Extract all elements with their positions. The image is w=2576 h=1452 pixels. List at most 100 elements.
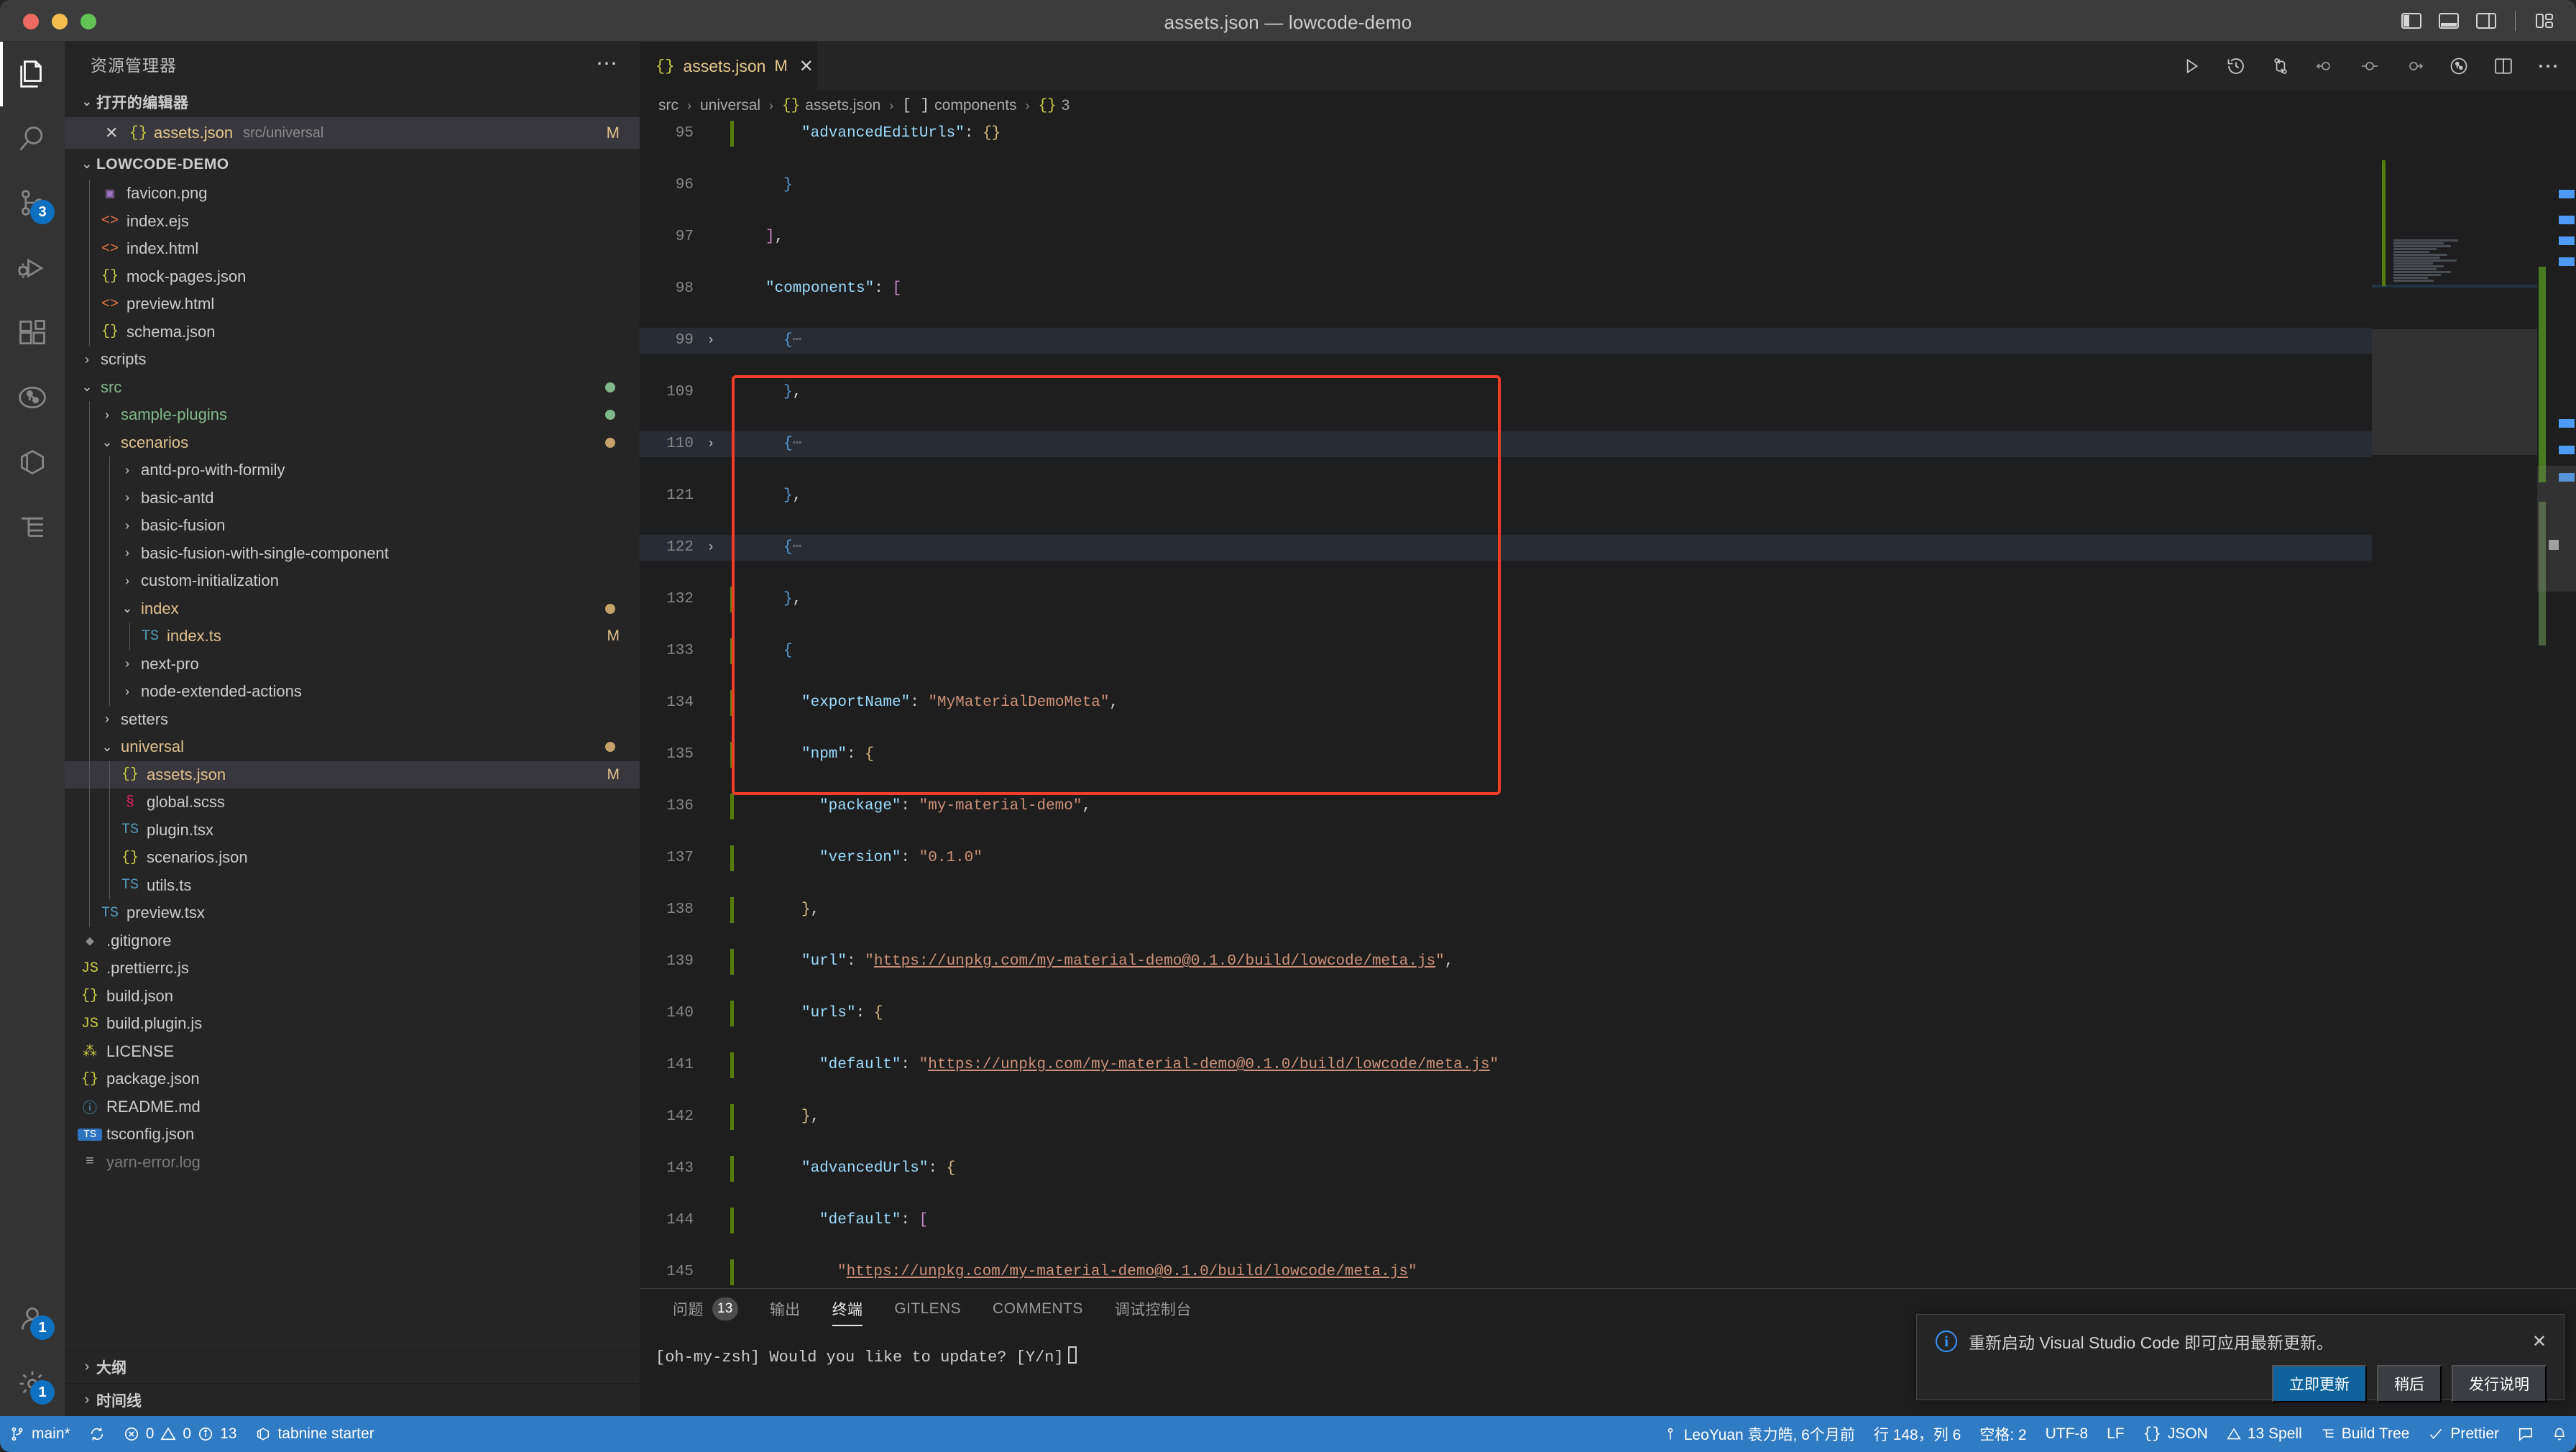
gitlens-icon[interactable] bbox=[2445, 52, 2472, 80]
tree-file-global-scss[interactable]: §global.scss bbox=[65, 789, 640, 817]
tree-file-scenarios-json[interactable]: {}scenarios.json bbox=[65, 844, 640, 872]
tree-folder-custom-initialization[interactable]: ›custom-initialization bbox=[65, 567, 640, 595]
tree-file-mock-pages-json[interactable]: {}mock-pages.json bbox=[65, 263, 640, 291]
status-sync[interactable] bbox=[80, 1416, 114, 1452]
code-line[interactable]: 143"advancedUrls": { bbox=[640, 1156, 2576, 1182]
tab-assets-json[interactable]: {} assets.json M ✕ bbox=[640, 42, 818, 91]
fold-chevron-right-icon[interactable]: › bbox=[703, 535, 719, 561]
breadcrumb-item-src[interactable]: src bbox=[658, 97, 678, 114]
tree-folder-antd-pro-with-formily[interactable]: ›antd-pro-with-formily bbox=[65, 456, 640, 484]
panel-tab-输出[interactable]: 输出 bbox=[754, 1289, 816, 1329]
fold-chevron-right-icon[interactable]: › bbox=[703, 328, 719, 354]
close-icon[interactable]: ✕ bbox=[105, 124, 129, 142]
code-editor[interactable]: 95"advancedEditUrls": {} 96} 97], 98"compon… bbox=[640, 121, 2576, 1416]
compare-changes-icon[interactable] bbox=[2267, 52, 2294, 80]
code-line[interactable]: 134"exportName": "MyMaterialDemoMeta", bbox=[640, 690, 2576, 716]
tree-file-index-html[interactable]: <>index.html bbox=[65, 235, 640, 263]
toggle-panel-icon[interactable] bbox=[2436, 8, 2462, 34]
tree-file-tsconfig-json[interactable]: TStsconfig.json bbox=[65, 1121, 640, 1149]
status-eol[interactable]: LF bbox=[2097, 1416, 2134, 1452]
close-icon[interactable]: ✕ bbox=[799, 56, 814, 77]
activitybar-item-accounts[interactable]: 1 bbox=[0, 1287, 65, 1351]
tree-file--gitignore[interactable]: ◆.gitignore bbox=[65, 927, 640, 955]
tree-folder-basic-antd[interactable]: ›basic-antd bbox=[65, 484, 640, 513]
tree-file-yarn-error-log[interactable]: ≡yarn-error.log bbox=[65, 1149, 640, 1177]
tree-file-readme-md[interactable]: ⓘREADME.md bbox=[65, 1093, 640, 1121]
sidebar-section-outline[interactable]: › 大纲 bbox=[65, 1350, 640, 1383]
fold-chevron-right-icon[interactable]: › bbox=[703, 431, 719, 457]
run-icon[interactable] bbox=[2178, 52, 2205, 80]
tree-folder-src[interactable]: ⌄src bbox=[65, 374, 640, 402]
panel-tab-问题[interactable]: 问题13 bbox=[657, 1289, 754, 1329]
overview-ruler[interactable] bbox=[2537, 121, 2576, 1416]
code-line[interactable]: 142}, bbox=[640, 1104, 2576, 1130]
activitybar-item-run-and-debug[interactable] bbox=[0, 236, 65, 300]
tree-file-preview-tsx[interactable]: TSpreview.tsx bbox=[65, 899, 640, 927]
minimap[interactable] bbox=[2372, 121, 2537, 1416]
open-editor-item-assets-json[interactable]: ✕ {} assets.json src/universal M bbox=[65, 117, 640, 149]
more-actions-icon[interactable] bbox=[2534, 52, 2562, 80]
tree-file-favicon-png[interactable]: ▣favicon.png bbox=[65, 180, 640, 208]
breadcrumb-item-3[interactable]: {}3 bbox=[1039, 97, 1070, 114]
tree-file-utils-ts[interactable]: TSutils.ts bbox=[65, 872, 640, 900]
release-notes-button[interactable]: 发行说明 bbox=[2452, 1365, 2547, 1402]
code-line[interactable]: 140"urls": { bbox=[640, 1001, 2576, 1026]
code-line[interactable]: 121}, bbox=[640, 483, 2576, 509]
customize-layout-icon[interactable] bbox=[2531, 8, 2557, 34]
status-encoding[interactable]: UTF-8 bbox=[2036, 1416, 2098, 1452]
tree-folder-basic-fusion[interactable]: ›basic-fusion bbox=[65, 512, 640, 540]
breadcrumb-item-components[interactable]: [ ]components bbox=[902, 97, 1016, 114]
toggle-primary-sidebar-icon[interactable] bbox=[2398, 8, 2424, 34]
code-line[interactable]: 110›{⋯ bbox=[640, 431, 2576, 457]
code-line[interactable]: 99›{⋯ bbox=[640, 328, 2576, 354]
tree-folder-next-pro[interactable]: ›next-pro bbox=[65, 651, 640, 679]
code-line[interactable]: 136"package": "my-material-demo", bbox=[640, 794, 2576, 819]
activitybar-item-explorer[interactable] bbox=[0, 42, 65, 106]
minimap-slider[interactable] bbox=[2372, 329, 2537, 455]
code-line[interactable]: 144"default": [ bbox=[640, 1208, 2576, 1233]
tree-folder-node-extended-actions[interactable]: ›node-extended-actions bbox=[65, 678, 640, 706]
update-now-button[interactable]: 立即更新 bbox=[2272, 1365, 2367, 1402]
activitybar-item-manage[interactable]: 1 bbox=[0, 1351, 65, 1416]
scrollbar-slider[interactable] bbox=[2537, 466, 2576, 592]
breadcrumb-item-universal[interactable]: universal bbox=[700, 97, 760, 114]
tree-file-plugin-tsx[interactable]: TSplugin.tsx bbox=[65, 817, 640, 845]
tree-folder-index[interactable]: ⌄index bbox=[65, 595, 640, 623]
tree-file-schema-json[interactable]: {}schema.json bbox=[65, 318, 640, 346]
code-line[interactable]: 122›{⋯ bbox=[640, 535, 2576, 561]
tree-folder-setters[interactable]: ›setters bbox=[65, 706, 640, 734]
code-line[interactable]: 109}, bbox=[640, 380, 2576, 405]
workspace-section-header[interactable]: ⌄ LOWCODE-DEMO bbox=[65, 149, 640, 180]
code-line[interactable]: 132}, bbox=[640, 587, 2576, 612]
tree-file-license[interactable]: ⁂LICENSE bbox=[65, 1038, 640, 1066]
tree-file-build-plugin-js[interactable]: JSbuild.plugin.js bbox=[65, 1010, 640, 1038]
panel-tab-调试控制台[interactable]: 调试控制台 bbox=[1099, 1289, 1208, 1329]
tree-file-index-ejs[interactable]: <>index.ejs bbox=[65, 208, 640, 236]
code-line[interactable]: 96} bbox=[640, 173, 2576, 198]
breadcrumb-item-assets-json[interactable]: {}assets.json bbox=[782, 97, 880, 114]
activitybar-item-gitlens[interactable] bbox=[0, 365, 65, 430]
open-editors-section-header[interactable]: ⌄ 打开的编辑器 bbox=[65, 86, 640, 117]
tree-folder-universal[interactable]: ⌄universal bbox=[65, 733, 640, 761]
activitybar-item-todo-tree[interactable] bbox=[0, 495, 65, 559]
tree-folder-basic-fusion-with-single-component[interactable]: ›basic-fusion-with-single-component bbox=[65, 540, 640, 568]
tree-file-build-json[interactable]: {}build.json bbox=[65, 983, 640, 1011]
code-line[interactable]: 98"components": [ bbox=[640, 276, 2576, 302]
sidebar-more-actions-icon[interactable]: ⋯ bbox=[596, 58, 620, 70]
status-indentation[interactable]: 空格: 2 bbox=[1970, 1416, 2036, 1452]
status-branch[interactable]: main* bbox=[0, 1416, 80, 1452]
tree-file-index-ts[interactable]: TSindex.tsM bbox=[65, 622, 640, 651]
code-line[interactable]: 137"version": "0.1.0" bbox=[640, 845, 2576, 871]
panel-tab-GITLENS[interactable]: GITLENS bbox=[878, 1289, 977, 1329]
code-line[interactable]: 139"url": "https://unpkg.com/my-material… bbox=[640, 949, 2576, 975]
status-feedback[interactable] bbox=[2508, 1416, 2543, 1452]
activitybar-item-tabnine[interactable] bbox=[0, 430, 65, 495]
current-change-icon[interactable] bbox=[2356, 52, 2383, 80]
status-blame[interactable]: LeoYuan 袁力皓, 6个月前 bbox=[1654, 1416, 1864, 1452]
code-line[interactable]: 97], bbox=[640, 224, 2576, 250]
close-icon[interactable]: ✕ bbox=[2532, 1331, 2547, 1352]
activitybar-item-extensions[interactable] bbox=[0, 300, 65, 365]
code-line[interactable]: 95"advancedEditUrls": {} bbox=[640, 121, 2576, 147]
status-build-tree[interactable]: Build Tree bbox=[2312, 1416, 2419, 1452]
status-problems[interactable]: 0 0 13 bbox=[114, 1416, 247, 1452]
